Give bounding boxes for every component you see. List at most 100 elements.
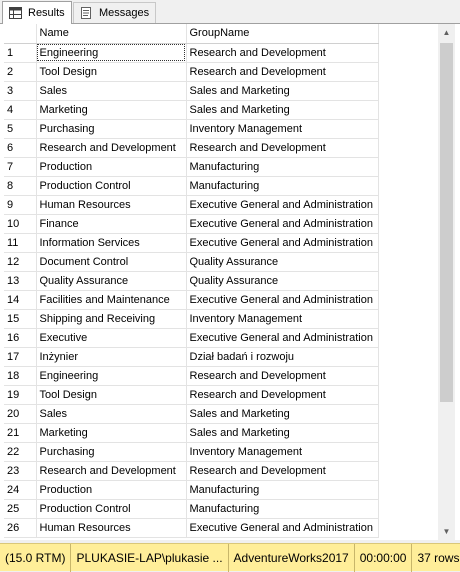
name-cell[interactable]: Shipping and Receiving <box>36 309 187 329</box>
row-number-cell[interactable]: 15 <box>4 309 37 329</box>
name-cell[interactable]: Human Resources <box>36 518 187 538</box>
row-number-cell[interactable]: 20 <box>4 404 37 424</box>
row-number-cell[interactable]: 17 <box>4 347 37 367</box>
groupname-cell[interactable]: Sales and Marketing <box>186 81 379 101</box>
name-cell[interactable]: Engineering <box>36 43 187 63</box>
name-cell[interactable]: Human Resources <box>36 195 187 215</box>
name-cell[interactable]: Inżynier <box>36 347 187 367</box>
name-cell[interactable]: Information Services <box>36 233 187 253</box>
groupname-cell[interactable]: Sales and Marketing <box>186 100 379 120</box>
row-number-cell[interactable]: 26 <box>4 518 37 538</box>
tab-results[interactable]: Results <box>2 1 72 24</box>
name-cell[interactable]: Research and Development <box>36 138 187 158</box>
groupname-cell[interactable]: Inventory Management <box>186 119 379 139</box>
row-number-cell[interactable]: 5 <box>4 119 37 139</box>
name-cell[interactable]: Marketing <box>36 100 187 120</box>
name-cell[interactable]: Production <box>36 157 187 177</box>
name-cell[interactable]: Document Control <box>36 252 187 272</box>
name-cell[interactable]: Production <box>36 480 187 500</box>
table-row[interactable]: 19 Tool Design Research and Development <box>4 385 379 405</box>
table-row[interactable]: 20 Sales Sales and Marketing <box>4 404 379 424</box>
groupname-cell[interactable]: Executive General and Administration <box>186 195 379 215</box>
groupname-cell[interactable]: Research and Development <box>186 461 379 481</box>
results-grid[interactable]: Name GroupName 1 Engineering Research and … <box>0 24 460 540</box>
row-number-cell[interactable]: 4 <box>4 100 37 120</box>
table-row[interactable]: 6 Research and Development Research and De… <box>4 138 379 158</box>
groupname-cell[interactable]: Research and Development <box>186 43 379 63</box>
table-row[interactable]: 18 Engineering Research and Development <box>4 366 379 386</box>
row-number-cell[interactable]: 7 <box>4 157 37 177</box>
name-cell[interactable]: Production Control <box>36 499 187 519</box>
row-number-cell[interactable]: 11 <box>4 233 37 253</box>
table-row[interactable]: 22 Purchasing Inventory Management <box>4 442 379 462</box>
groupname-cell[interactable]: Manufacturing <box>186 499 379 519</box>
table-row[interactable]: 23 Research and Development Research and D… <box>4 461 379 481</box>
groupname-cell[interactable]: Manufacturing <box>186 176 379 196</box>
row-number-cell[interactable]: 8 <box>4 176 37 196</box>
groupname-cell[interactable]: Executive General and Administration <box>186 214 379 234</box>
row-number-cell[interactable]: 21 <box>4 423 37 443</box>
scroll-up-icon[interactable]: ▲ <box>438 24 455 41</box>
name-cell[interactable]: Research and Development <box>36 461 187 481</box>
name-cell[interactable]: Tool Design <box>36 62 187 82</box>
table-row[interactable]: 12 Document Control Quality Assurance <box>4 252 379 272</box>
row-number-cell[interactable]: 19 <box>4 385 37 405</box>
groupname-cell[interactable]: Sales and Marketing <box>186 423 379 443</box>
name-cell[interactable]: Purchasing <box>36 442 187 462</box>
row-number-cell[interactable]: 12 <box>4 252 37 272</box>
groupname-cell[interactable]: Research and Development <box>186 62 379 82</box>
groupname-cell[interactable]: Research and Development <box>186 385 379 405</box>
table-row[interactable]: 8 Production Control Manufacturing <box>4 176 379 196</box>
table-row[interactable]: 1 Engineering Research and Development <box>4 43 379 63</box>
table-row[interactable]: 13 Quality Assurance Quality Assurance <box>4 271 379 291</box>
name-cell[interactable]: Marketing <box>36 423 187 443</box>
name-cell[interactable]: Quality Assurance <box>36 271 187 291</box>
table-row[interactable]: 9 Human Resources Executive General and Ad… <box>4 195 379 215</box>
row-number-cell[interactable]: 25 <box>4 499 37 519</box>
table-row[interactable]: 25 Production Control Manufacturing <box>4 499 379 519</box>
table-row[interactable]: 14 Facilities and Maintenance Executive Ge… <box>4 290 379 310</box>
table-row[interactable]: 5 Purchasing Inventory Management <box>4 119 379 139</box>
groupname-cell[interactable]: Inventory Management <box>186 309 379 329</box>
groupname-cell[interactable]: Manufacturing <box>186 480 379 500</box>
table-row[interactable]: 10 Finance Executive General and Administr… <box>4 214 379 234</box>
vertical-scrollbar[interactable]: ▲ ▼ <box>438 24 455 540</box>
table-row[interactable]: 11 Information Services Executive General … <box>4 233 379 253</box>
groupname-cell[interactable]: Dział badań i rozwoju <box>186 347 379 367</box>
groupname-cell[interactable]: Quality Assurance <box>186 252 379 272</box>
name-cell[interactable]: Sales <box>36 81 187 101</box>
groupname-cell[interactable]: Executive General and Administration <box>186 328 379 348</box>
row-number-cell[interactable]: 23 <box>4 461 37 481</box>
name-cell[interactable]: Finance <box>36 214 187 234</box>
groupname-cell[interactable]: Executive General and Administration <box>186 233 379 253</box>
row-number-header[interactable] <box>4 24 37 44</box>
name-cell[interactable]: Facilities and Maintenance <box>36 290 187 310</box>
table-row[interactable]: 26 Human Resources Executive General and A… <box>4 518 379 538</box>
name-cell[interactable]: Production Control <box>36 176 187 196</box>
groupname-cell[interactable]: Inventory Management <box>186 442 379 462</box>
table-row[interactable]: 21 Marketing Sales and Marketing <box>4 423 379 443</box>
table-row[interactable]: 15 Shipping and Receiving Inventory Manage… <box>4 309 379 329</box>
name-cell[interactable]: Executive <box>36 328 187 348</box>
groupname-cell[interactable]: Sales and Marketing <box>186 404 379 424</box>
row-number-cell[interactable]: 14 <box>4 290 37 310</box>
groupname-cell[interactable]: Research and Development <box>186 138 379 158</box>
row-number-cell[interactable]: 1 <box>4 43 37 63</box>
row-number-cell[interactable]: 2 <box>4 62 37 82</box>
table-row[interactable]: 3 Sales Sales and Marketing <box>4 81 379 101</box>
row-number-cell[interactable]: 9 <box>4 195 37 215</box>
row-number-cell[interactable]: 6 <box>4 138 37 158</box>
name-cell[interactable]: Purchasing <box>36 119 187 139</box>
groupname-cell[interactable]: Quality Assurance <box>186 271 379 291</box>
table-row[interactable]: 16 Executive Executive General and Adminis… <box>4 328 379 348</box>
groupname-cell[interactable]: Executive General and Administration <box>186 518 379 538</box>
table-row[interactable]: 2 Tool Design Research and Development <box>4 62 379 82</box>
tab-messages[interactable]: Messages <box>73 2 157 23</box>
groupname-cell[interactable]: Research and Development <box>186 366 379 386</box>
table-row[interactable]: 24 Production Manufacturing <box>4 480 379 500</box>
row-number-cell[interactable]: 3 <box>4 81 37 101</box>
column-header-name[interactable]: Name <box>36 24 187 44</box>
row-number-cell[interactable]: 24 <box>4 480 37 500</box>
name-cell[interactable]: Sales <box>36 404 187 424</box>
scrollbar-thumb[interactable] <box>440 43 453 402</box>
